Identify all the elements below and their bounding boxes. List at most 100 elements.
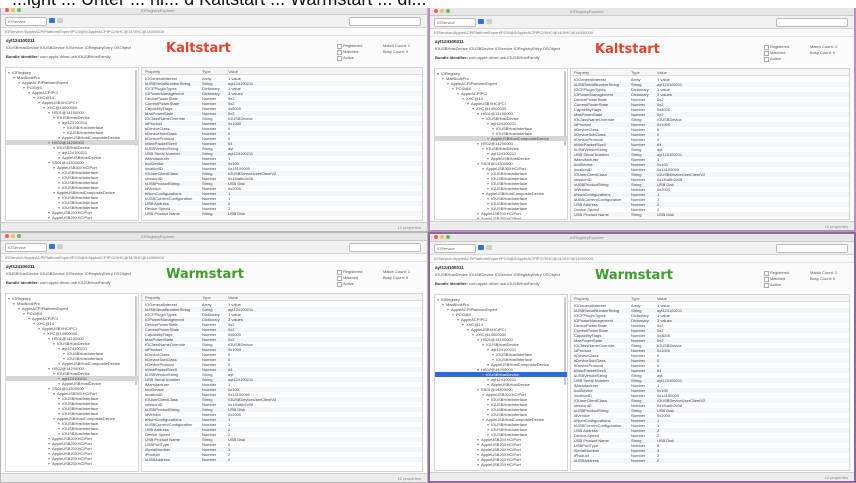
zoom-button[interactable] [17,8,21,12]
checkbox[interactable] [337,49,342,55]
property-type: Number [631,458,646,463]
checkbox[interactable] [764,56,769,62]
state-option[interactable]: Active [764,282,848,288]
close-button[interactable] [434,9,438,13]
state-option[interactable]: Matched Busy Count: 0 [764,276,848,282]
view-button[interactable] [49,244,55,249]
view-button[interactable] [57,244,63,249]
checkbox[interactable] [337,275,342,281]
properties-table: Property Type Value IOGeneralInterest Array… [141,293,423,472]
disclosure-triangle-icon[interactable]: ▾ [48,215,50,220]
state-option[interactable]: Matched Busy Count: 0 [764,50,848,56]
search-input[interactable] [776,244,848,253]
close-button[interactable] [5,234,9,238]
property-value: USB Disk [228,211,246,216]
column-header[interactable]: Property [574,296,589,301]
state-option[interactable]: Active [764,56,848,62]
checkbox[interactable] [764,50,769,56]
close-button[interactable] [5,8,9,12]
column-header[interactable]: Value [228,69,238,74]
column-header[interactable]: Value [657,296,667,301]
tree-node[interactable]: ▾ AppleUSB20XHCIPort [435,216,567,219]
state-options: Registered Match Count: 1 Matched Busy Coun… [764,270,848,288]
registry-tree[interactable]: ▾ IORegistry ▾ MacBookPro ▾ AppleACPIPlatform… [5,293,139,472]
state-option[interactable]: Registered Match Count: 1 [764,44,848,50]
checkbox[interactable] [337,43,342,49]
search-input[interactable] [776,18,848,27]
disclosure-triangle-icon[interactable]: ▾ [477,216,479,219]
disclosure-triangle-icon[interactable]: ▾ [477,462,479,467]
state-option[interactable]: Matched Busy Count: 0 [337,49,421,55]
plane-dropdown[interactable]: IOService [434,244,476,253]
view-button[interactable] [486,19,492,24]
minimize-button[interactable] [11,234,15,238]
property-row[interactable]: kUSBAddress Number 2 [571,458,849,463]
tree-node[interactable]: ▾ AppleUSB20XHCIPort [6,461,138,466]
properties-table: Property Type Value IOGeneralInterest Array… [141,67,423,221]
property-row[interactable]: USB Product Name String USB Disk [142,211,422,216]
option-label: Registered [343,43,363,48]
boot-state-label: Warmstart [166,267,244,282]
checkbox[interactable] [337,281,342,287]
registry-tree[interactable]: ▾ IORegistry ▾ MacBookPro ▾ AppleACPIPlatform… [434,68,568,220]
state-option[interactable]: Active [337,281,421,287]
property-row[interactable]: USB Product Name String USB Disk [571,212,849,217]
column-header[interactable]: Property [574,70,589,75]
properties-header: Property Type Value [571,69,849,76]
column-header[interactable]: Type [631,70,640,75]
state-option[interactable]: Matched Busy Count: 0 [337,275,421,281]
tree-node[interactable]: ▾ AppleUSB20XHCIPort [6,215,138,220]
minimize-button[interactable] [440,9,444,13]
property-name: kUSBAddress [574,458,599,463]
checkbox[interactable] [764,270,769,276]
column-header[interactable]: Value [228,295,238,300]
disclosure-triangle-icon[interactable]: ▾ [48,461,50,466]
tree-node[interactable]: ▾ AppleUSB20XHCIPort [435,462,567,467]
column-header[interactable]: Type [631,296,640,301]
checkbox[interactable] [764,44,769,50]
boot-state-label: Warmstart [595,268,673,283]
checkbox[interactable] [764,282,769,288]
plane-dropdown[interactable]: IOService [434,18,476,27]
column-header[interactable]: Type [202,69,211,74]
column-header[interactable]: Value [657,70,667,75]
caption-strip: ...ight ... Unter ... hi... d Kaltstart … [0,0,856,8]
close-button[interactable] [434,235,438,239]
plane-dropdown[interactable]: IOService [5,17,47,26]
checkbox[interactable] [337,55,342,61]
view-button[interactable] [49,18,55,23]
state-option[interactable]: Registered Match Count: 1 [337,43,421,49]
zoom-button[interactable] [446,9,450,13]
state-option[interactable]: Active [337,55,421,61]
bundle-value: com.apple.driver.usb.IOUSBHostFamily [40,54,111,59]
registry-tree[interactable]: ▾ IORegistry ▾ MacBookPro ▾ AppleACPIPlatform… [434,294,568,471]
zoom-button[interactable] [446,235,450,239]
minimize-button[interactable] [440,235,444,239]
state-option[interactable]: Registered Match Count: 1 [337,269,421,275]
properties-header: Property Type Value [142,294,422,301]
property-row[interactable]: kUSBAddress Number 2 [142,457,422,462]
plane-dropdown[interactable]: IOService [5,243,47,252]
column-header[interactable]: Property [145,295,160,300]
registry-tree[interactable]: ▾ IORegistry ▾ MacBookPro ▾ AppleACPIPlatform… [5,67,139,221]
minimize-button[interactable] [11,8,15,12]
state-option[interactable]: Registered Match Count: 1 [764,270,848,276]
search-input[interactable] [349,243,421,252]
zoom-button[interactable] [17,234,21,238]
properties-header: Property Type Value [571,295,849,302]
column-header[interactable]: Type [202,295,211,300]
footer-text: 12 properties [397,476,421,481]
bundle-identifier: Bundle Identifier: com.apple.driver.usb.… [435,55,539,60]
view-button[interactable] [478,245,484,250]
window-controls [434,9,452,14]
option-label: Matched [343,49,359,54]
column-header[interactable]: Property [145,69,160,74]
boot-state-label: Kaltstart [166,41,231,56]
view-button[interactable] [478,19,484,24]
checkbox[interactable] [337,269,342,275]
search-input[interactable] [349,17,421,26]
checkbox[interactable] [764,276,769,282]
view-button[interactable] [57,18,63,23]
view-button[interactable] [486,245,492,250]
device-name: ayt124100211 [6,264,35,269]
